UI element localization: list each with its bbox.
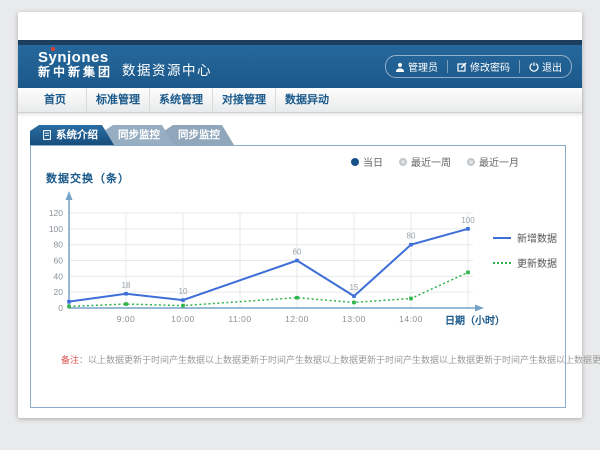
svg-text:15: 15 (350, 283, 359, 292)
logo-cn-text: 新中新集团 (38, 66, 113, 80)
radio-option-last-month[interactable]: 最近一月 (467, 154, 519, 169)
user-label: 管理员 (408, 59, 438, 74)
radio-label: 最近一月 (479, 154, 519, 169)
svg-text:14:00: 14:00 (399, 314, 423, 324)
logout-label: 退出 (542, 59, 562, 74)
radio-label: 最近一周 (411, 154, 451, 169)
radio-label: 当日 (363, 154, 383, 169)
document-icon (43, 130, 51, 140)
svg-text:80: 80 (407, 232, 416, 241)
svg-text:0: 0 (58, 303, 63, 313)
tab-sync-monitor-2[interactable]: 同步监控 (164, 125, 234, 145)
edit-icon (457, 62, 467, 72)
time-range-radio-group: 当日 最近一周 最近一月 (351, 154, 519, 169)
svg-text:18: 18 (122, 281, 131, 290)
solid-line-icon (493, 237, 511, 239)
legend-label: 新增数据 (517, 230, 557, 245)
logout-icon (529, 62, 539, 72)
nav-item-standard-mgmt[interactable]: 标准管理 (87, 88, 150, 112)
user-controls: 管理员 修改密码 退出 (385, 55, 572, 78)
radio-icon (351, 158, 359, 166)
nav-item-home[interactable]: 首页 (24, 88, 87, 112)
legend-label: 更新数据 (517, 255, 557, 270)
svg-text:11:00: 11:00 (228, 314, 251, 324)
svg-text:13:00: 13:00 (342, 314, 366, 324)
svg-text:12:00: 12:00 (285, 314, 309, 324)
svg-text:60: 60 (293, 248, 302, 257)
y-axis-title: 数据交换（条） (46, 170, 130, 186)
svg-text:100: 100 (461, 216, 475, 225)
footnote-prefix: 备注 (61, 355, 79, 365)
nav-item-interface-mgmt[interactable]: 对接管理 (213, 88, 276, 112)
tab-system-intro[interactable]: 系统介绍 (30, 125, 114, 145)
change-password-button[interactable]: 修改密码 (447, 60, 519, 73)
logo-en-text: Synjones (38, 49, 109, 66)
svg-text:10: 10 (179, 287, 188, 296)
nav-item-data-change[interactable]: 数据异动 (276, 88, 338, 112)
app-title: 数据资源中心 (122, 59, 212, 79)
logo: Synjones 新中新集团 (38, 49, 113, 80)
radio-option-last-week[interactable]: 最近一周 (399, 154, 451, 169)
app-header: Synjones 新中新集团 数据资源中心 管理员 修改密码 退出 (18, 40, 582, 88)
svg-text:40: 40 (54, 271, 64, 281)
tab-sync-monitor-1[interactable]: 同步监控 (104, 125, 174, 145)
svg-text:80: 80 (54, 240, 64, 250)
svg-text:20: 20 (54, 287, 64, 297)
user-button[interactable]: 管理员 (386, 60, 447, 73)
line-chart-svg: 0 20 40 60 80 100 120 9:00 10:00 11:00 12:00 13:00 1… (41, 188, 501, 340)
radio-option-today[interactable]: 当日 (351, 154, 383, 169)
chart-legend: 新增数据 更新数据 (493, 230, 557, 280)
logout-button[interactable]: 退出 (519, 60, 571, 73)
legend-item-new-data: 新增数据 (493, 230, 557, 245)
radio-icon (399, 158, 407, 166)
x-axis-title: 日期（小时） (445, 312, 505, 327)
svg-text:60: 60 (54, 256, 64, 266)
tab-label: 系统介绍 (56, 125, 98, 145)
chart-panel: 当日 最近一周 最近一月 数据交换（条） 0 20 40 60 80 100 120 9:00… (30, 145, 566, 408)
logo-en: Synjones (38, 49, 113, 66)
logo-red-dot-icon (51, 47, 55, 51)
user-icon (395, 62, 405, 72)
svg-text:120: 120 (49, 208, 63, 218)
svg-text:10:00: 10:00 (171, 314, 195, 324)
nav-item-system-mgmt[interactable]: 系统管理 (150, 88, 213, 112)
change-password-label: 修改密码 (470, 59, 510, 74)
tab-bar: 系统介绍 同步监控 同步监控 (30, 125, 224, 145)
svg-text:100: 100 (49, 224, 63, 234)
footnote: 备注：以上数据更新于时间产生数据以上数据更新于时间产生数据以上数据更新于时间产生… (61, 353, 600, 366)
legend-item-update-data: 更新数据 (493, 255, 557, 270)
page: Synjones 新中新集团 数据资源中心 管理员 修改密码 退出 首页 标准管… (18, 12, 582, 418)
dotted-line-icon (493, 262, 511, 264)
svg-text:9:00: 9:00 (117, 314, 136, 324)
footnote-text: ：以上数据更新于时间产生数据以上数据更新于时间产生数据以上数据更新于时间产生数据… (79, 355, 600, 365)
radio-icon (467, 158, 475, 166)
main-nav: 首页 标准管理 系统管理 对接管理 数据异动 (18, 88, 582, 113)
